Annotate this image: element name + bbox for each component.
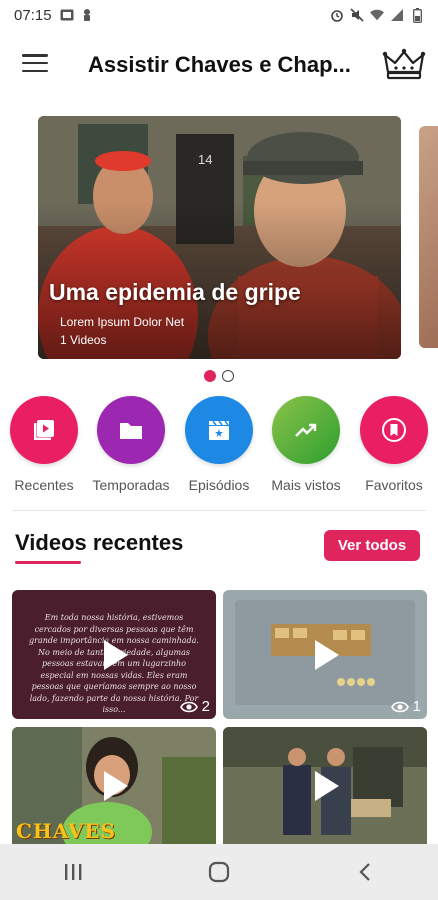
carousel-next-slide[interactable]	[419, 126, 438, 348]
alarm-icon	[330, 8, 344, 22]
nfc-icon	[60, 8, 74, 22]
see-all-button[interactable]: Ver todos	[324, 530, 420, 561]
menu-icon[interactable]	[22, 52, 48, 74]
status-bar: 07:15	[0, 0, 438, 30]
category-temporadas[interactable]: Temporadas	[87, 396, 175, 493]
category-recentes[interactable]: Recentes	[0, 396, 88, 493]
chaves-logo: CHAVES	[16, 819, 117, 843]
bookmark-icon	[360, 396, 428, 464]
crown-icon[interactable]	[382, 46, 426, 82]
category-label: Episódios	[188, 477, 250, 493]
slide-title: Uma epidemia de gripe	[49, 279, 301, 305]
section-title: Videos recentes	[15, 530, 184, 555]
carousel-indicator	[0, 370, 438, 382]
signal-icon	[390, 8, 404, 22]
featured-carousel[interactable]: 14 Uma epidemia de gripe Lorem Ipsum Dol…	[0, 116, 438, 360]
section-title-underline	[15, 561, 81, 564]
category-episodios[interactable]: Episódios	[175, 396, 263, 493]
play-icon	[315, 770, 339, 801]
video-card[interactable]: 1	[223, 590, 427, 719]
wifi-icon	[370, 8, 384, 22]
view-count: 2	[179, 698, 210, 715]
play-icon	[104, 639, 128, 670]
carousel-dot[interactable]	[222, 370, 234, 382]
category-row: Recentes Temporadas Episódios Mais visto…	[0, 396, 438, 500]
slide-video-count: 1 Videos	[60, 333, 107, 347]
app-bar: Assistir Chaves e Chap...	[0, 30, 438, 102]
battery-icon	[410, 7, 424, 23]
mute-icon	[350, 8, 364, 22]
video-card[interactable]: CHAVES	[12, 727, 216, 844]
video-library-icon	[10, 396, 78, 464]
status-time: 07:15	[14, 6, 52, 24]
video-card[interactable]: Em toda nossa história, estivemos cercad…	[12, 590, 216, 719]
view-count-value: 2	[201, 698, 210, 715]
slide-subtitle: Lorem Ipsum Dolor Net	[60, 315, 185, 329]
category-label: Temporadas	[92, 477, 170, 493]
app-title: Assistir Chaves e Chap...	[88, 52, 351, 77]
view-count: 1	[390, 698, 421, 715]
eye-icon	[390, 701, 409, 712]
trending-up-icon	[272, 396, 340, 464]
divider	[12, 510, 426, 511]
movie-clapper-icon	[185, 396, 253, 464]
play-icon	[104, 770, 128, 801]
category-label: Mais vistos	[271, 477, 341, 493]
category-label: Recentes	[14, 477, 74, 493]
play-icon	[315, 639, 339, 670]
carousel-dot-active[interactable]	[204, 370, 216, 382]
home-icon[interactable]	[189, 852, 249, 892]
view-count-value: 1	[412, 698, 421, 715]
category-label: Favoritos	[365, 477, 423, 493]
folder-icon	[97, 396, 165, 464]
back-icon[interactable]	[335, 852, 395, 892]
video-card[interactable]	[223, 727, 427, 844]
eye-icon	[179, 701, 198, 712]
recents-icon[interactable]	[43, 852, 103, 892]
system-nav-bar	[0, 844, 438, 900]
category-mais-vistos[interactable]: Mais vistos	[262, 396, 350, 493]
category-favoritos[interactable]: Favoritos	[350, 396, 438, 493]
usb-debug-icon	[80, 8, 94, 22]
carousel-slide[interactable]: 14 Uma epidemia de gripe Lorem Ipsum Dol…	[38, 116, 401, 359]
